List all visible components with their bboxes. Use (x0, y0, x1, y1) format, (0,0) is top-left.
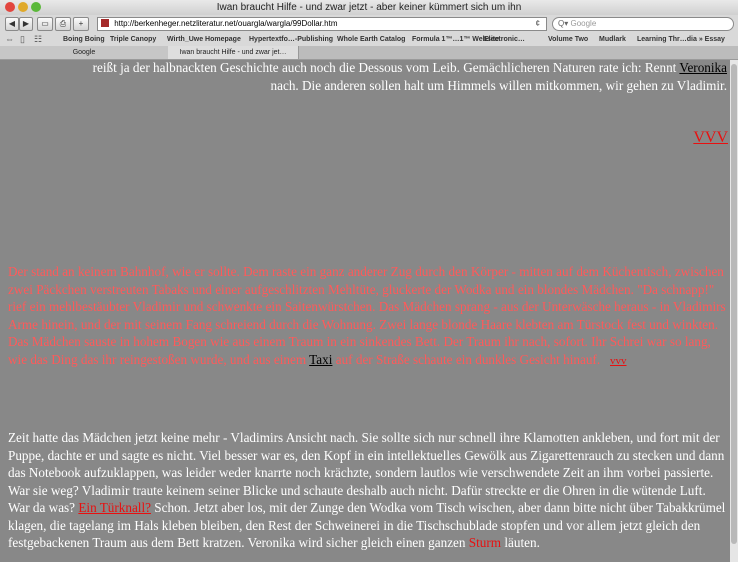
paragraph-text: auf der Straße schaute ein dunkles Gesic… (332, 351, 604, 367)
top-sites-icon[interactable]: ☷ (34, 33, 42, 46)
bookmark-item[interactable]: Wirth_Uwe Homepage (167, 33, 241, 46)
site-favicon-icon (101, 19, 109, 27)
navigation-toolbar: ◀ ▶ ▭ ⎙ + http://berkenheger.netzliterat… (0, 16, 738, 32)
page-content: reißt ja der halbnackten Geschichte auch… (0, 60, 730, 562)
bookmark-item[interactable]: Hypertextfo…-Publishing (249, 33, 333, 46)
zoom-window-button[interactable] (31, 2, 41, 12)
sidebar-button[interactable]: ▭ (37, 17, 53, 31)
search-placeholder: Google (570, 19, 597, 28)
tab-bar: Google Iwan braucht Hilfe - und zwar jet… (0, 46, 738, 59)
bookmarks-bar: ⇔ ▯ ☷ Boing Boing Triple Canopy Wirth_Uw… (0, 33, 738, 46)
scrollbar-thumb[interactable] (731, 64, 737, 544)
bookmark-item[interactable]: Learning Thr…dia » Essay (637, 33, 725, 46)
address-bar[interactable]: http://berkenheger.netzliteratur.net/oua… (97, 17, 547, 31)
bookmark-item[interactable]: Volume Two (548, 33, 588, 46)
link-veronika[interactable]: Veronika (679, 60, 727, 75)
tab-current-page[interactable]: Iwan braucht Hilfe - und zwar jet… (168, 46, 299, 59)
paragraph-vladimir: Der stand an keinem Bahnhof, wie er soll… (8, 263, 730, 370)
forward-button[interactable]: ▶ (19, 17, 33, 31)
paragraph-text: reißt ja der halbnackten Geschichte auch… (92, 60, 680, 75)
paragraph-notebook: Zeit hatte das Mädchen jetzt keine mehr … (8, 429, 730, 552)
title-bar: Iwan braucht Hilfe - und zwar jetzt - ab… (0, 0, 738, 15)
tab-label: Iwan braucht Hilfe - und zwar jet… (179, 49, 287, 56)
search-icon: Q▾ (558, 19, 569, 28)
close-window-button[interactable] (5, 2, 15, 12)
bookmark-item[interactable]: Triple Canopy (110, 33, 156, 46)
reload-icon[interactable]: ¢ (536, 18, 540, 30)
bookmark-item[interactable]: Boing Boing (63, 33, 105, 46)
search-field[interactable]: Q▾ Google (552, 17, 734, 31)
browser-chrome: Iwan braucht Hilfe - und zwar jetzt - ab… (0, 0, 738, 60)
minimize-window-button[interactable] (18, 2, 28, 12)
bookmark-item[interactable]: Electronic… (484, 33, 525, 46)
link-tuerknall[interactable]: Ein Türknall? (78, 500, 151, 515)
tab-label: Google (72, 49, 96, 56)
tab-google[interactable]: Google (0, 46, 169, 59)
bookmarks-book-icon[interactable]: ▯ (20, 33, 25, 46)
vvv-big-link-wrapper: VVV (693, 129, 728, 147)
bookmark-item[interactable]: Mudlark (599, 33, 626, 46)
url-text: http://berkenheger.netzliteratur.net/oua… (114, 19, 338, 28)
add-bookmark-button[interactable]: + (73, 17, 89, 31)
window-title: Iwan braucht Hilfe - und zwar jetzt - ab… (216, 2, 522, 13)
bookmark-item[interactable]: Whole Earth Catalog (337, 33, 405, 46)
vertical-scrollbar[interactable] (730, 60, 738, 562)
link-sturm[interactable]: Sturm (469, 535, 501, 550)
paragraph-text: läuten. (501, 535, 540, 550)
link-vvv-small[interactable]: vvv (610, 355, 627, 367)
link-taxi[interactable]: Taxi (309, 352, 332, 367)
link-vvv-large[interactable]: VVV (693, 129, 728, 146)
paragraph-intro: reißt ja der halbnackten Geschichte auch… (0, 60, 727, 94)
back-button[interactable]: ◀ (5, 17, 19, 31)
reading-list-icon[interactable]: ⇔ (5, 33, 14, 46)
print-button[interactable]: ⎙ (55, 17, 71, 31)
paragraph-text: nach. Die anderen sollen halt um Himmels… (270, 77, 727, 93)
